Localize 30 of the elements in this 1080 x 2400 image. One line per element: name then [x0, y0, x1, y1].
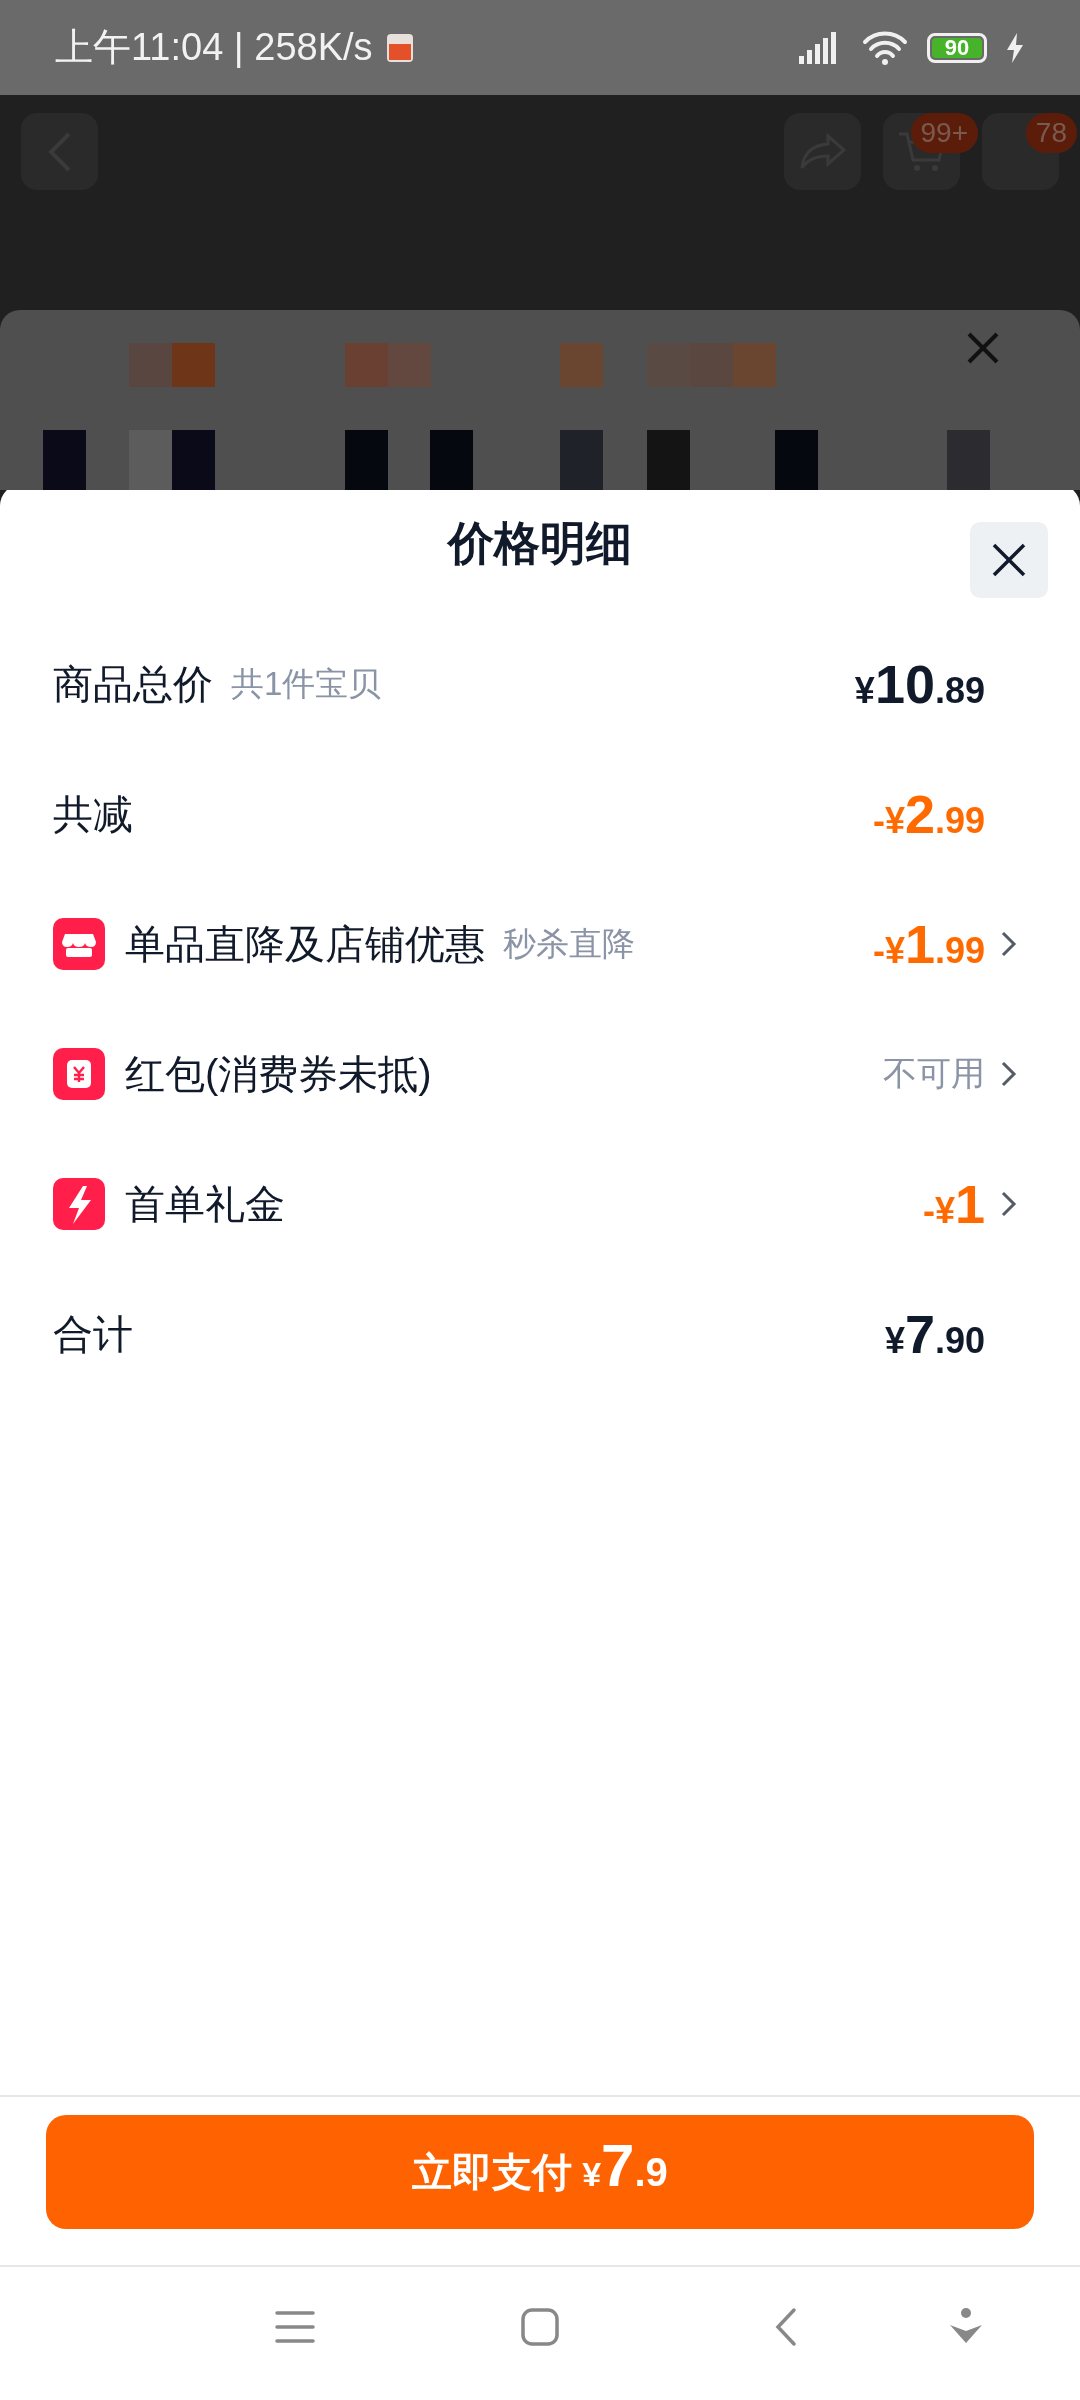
- app-icon: [386, 33, 413, 62]
- row-label: 首单礼金: [125, 1180, 285, 1228]
- row-note: 共1件宝贝: [231, 663, 382, 704]
- pay-button[interactable]: 立即支付 ¥7.9: [46, 2115, 1034, 2229]
- lightning-icon: [53, 1178, 105, 1230]
- close-button[interactable]: [970, 522, 1048, 598]
- price: -¥2.99: [872, 787, 985, 841]
- coupon-icon: [53, 1048, 105, 1100]
- row-label: 单品直降及店铺优惠: [125, 920, 485, 968]
- status-text: 不可用: [883, 1053, 985, 1094]
- row-label: 共减: [53, 790, 133, 838]
- charging-icon: [1005, 31, 1025, 64]
- wifi-icon: [861, 29, 909, 66]
- store-icon: [53, 918, 105, 970]
- row-label: 商品总价: [53, 660, 213, 708]
- sheet-title: 价格明细: [448, 516, 632, 571]
- count-badge: 99+: [910, 113, 978, 153]
- battery-icon: 90: [927, 32, 987, 63]
- price: -¥1.99: [872, 917, 985, 971]
- price: ¥10.89: [854, 657, 985, 711]
- close-icon[interactable]: [965, 330, 1001, 366]
- row-label: 合计: [53, 1310, 133, 1358]
- row-label: 红包(消费券未抵): [125, 1050, 432, 1098]
- count-badge: 78: [1025, 113, 1077, 153]
- status-time: 上午11:04 | 258K/s: [55, 25, 373, 70]
- row-note: 秒杀直降: [503, 923, 635, 964]
- home-icon[interactable]: [520, 2307, 560, 2347]
- price: ¥7.90: [884, 1307, 985, 1361]
- price: -¥1: [922, 1177, 985, 1231]
- close-icon: [991, 542, 1027, 578]
